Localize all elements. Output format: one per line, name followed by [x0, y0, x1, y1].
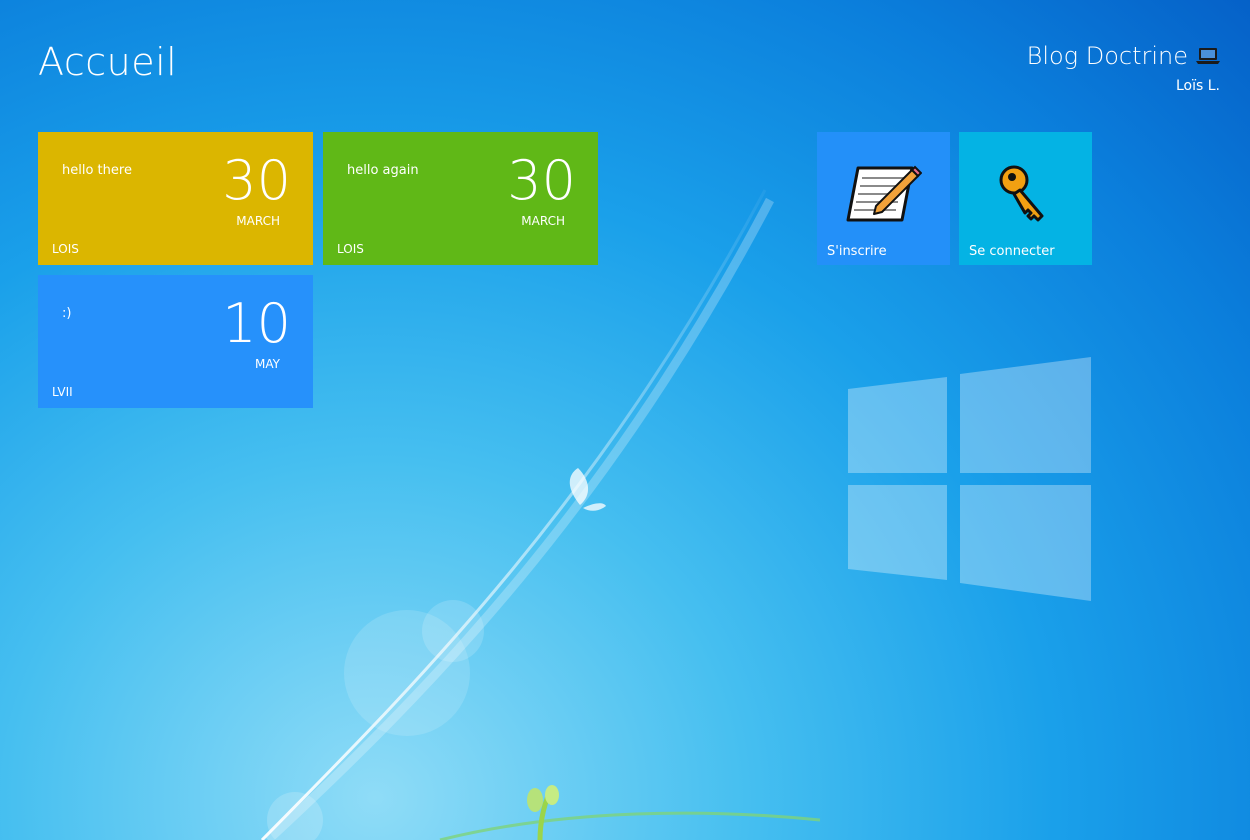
- notepad-pencil-icon: [846, 165, 922, 222]
- post-message: :): [62, 306, 72, 321]
- post-month: MARCH: [521, 214, 565, 228]
- post-month: MAY: [255, 357, 280, 371]
- post-tile[interactable]: hello again 30 MARCH LOIS: [323, 132, 598, 265]
- post-author: LOIS: [337, 242, 364, 256]
- login-label: Se connecter: [969, 244, 1055, 259]
- post-tile[interactable]: :) 10 MAY LVII: [38, 275, 313, 408]
- post-day: 30: [507, 149, 576, 212]
- site-title[interactable]: Blog Doctrine: [1027, 42, 1220, 70]
- post-message: hello again: [347, 163, 419, 178]
- register-label: S'inscrire: [827, 244, 887, 259]
- site-header: Blog Doctrine Loïs L.: [1027, 42, 1220, 94]
- page-title: Accueil: [38, 40, 178, 84]
- post-message: hello there: [62, 163, 132, 178]
- post-day: 30: [222, 149, 291, 212]
- user-name[interactable]: Loïs L.: [1027, 78, 1220, 94]
- post-month: MARCH: [236, 214, 280, 228]
- windows-logo-watermark: [848, 357, 1091, 601]
- desktop-wallpaper: [260, 189, 1091, 840]
- register-tile[interactable]: S'inscrire: [817, 132, 950, 265]
- post-author: LVII: [52, 385, 73, 399]
- post-author: LOIS: [52, 242, 79, 256]
- laptop-icon: [1196, 48, 1220, 64]
- post-day: 10: [222, 292, 291, 355]
- site-name[interactable]: Blog Doctrine: [1027, 42, 1188, 70]
- login-tile[interactable]: Se connecter: [959, 132, 1092, 265]
- key-icon: [999, 165, 1043, 222]
- post-tile[interactable]: hello there 30 MARCH LOIS: [38, 132, 313, 265]
